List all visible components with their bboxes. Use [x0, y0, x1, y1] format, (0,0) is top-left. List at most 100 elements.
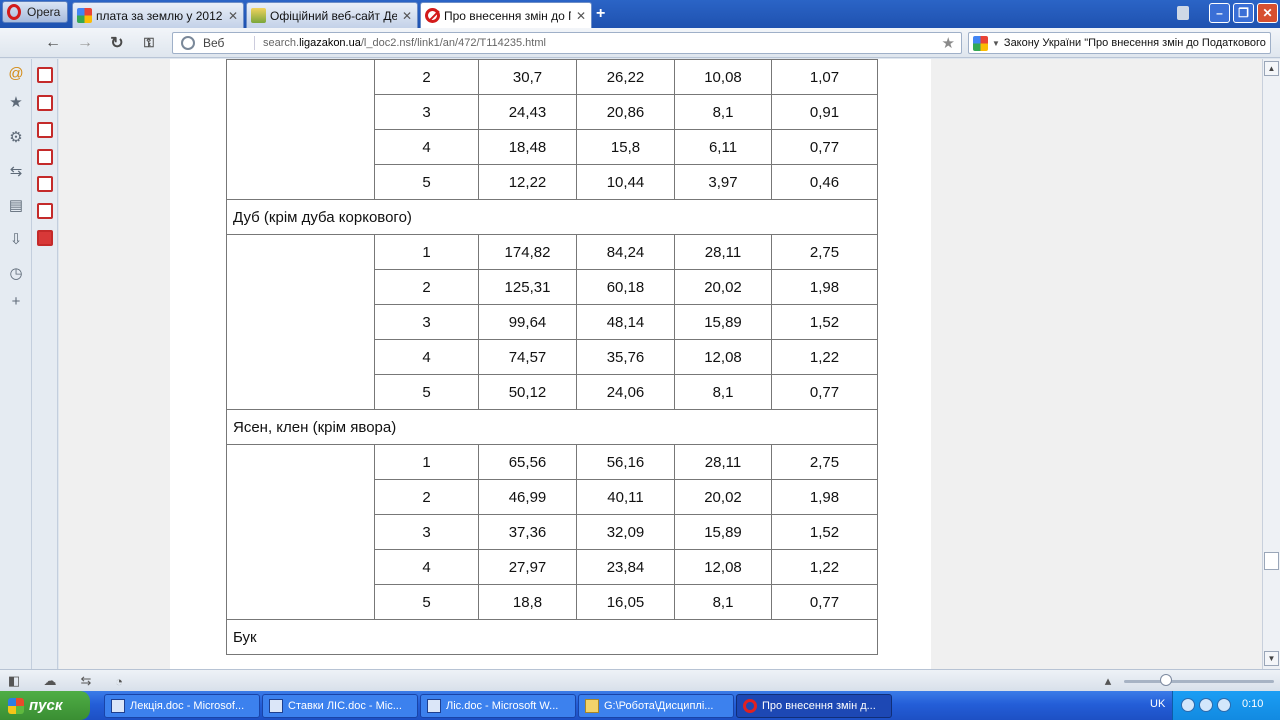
minimize-button[interactable]: – — [1209, 3, 1230, 23]
share-icon[interactable]: ⇆ — [8, 163, 24, 180]
scroll-up-icon[interactable]: ▲ — [1264, 61, 1279, 76]
forward-arrow-icon[interactable]: → — [76, 34, 94, 52]
tab-land-fee[interactable]: плата за землю у 2012 ... ✕ — [72, 2, 244, 28]
tray-network-icon[interactable] — [1199, 698, 1213, 712]
ban-favicon-icon — [425, 8, 440, 23]
reload-icon[interactable]: ↻ — [108, 34, 126, 52]
downloads-icon[interactable]: ⇩ — [8, 231, 24, 248]
scroll-thumb[interactable] — [1264, 552, 1279, 570]
tab-law-amendments[interactable]: Про внесення змін до П... ✕ — [420, 2, 592, 28]
task-rates-doc[interactable]: Ставки ЛІС.doc - Mic... — [262, 694, 418, 718]
task-forest-doc[interactable]: Ліс.doc - Microsoft W... — [420, 694, 576, 718]
google-search-icon — [973, 35, 988, 51]
zoom-slider-knob[interactable] — [1160, 674, 1172, 686]
quality-class-cell: 2 — [374, 479, 479, 515]
rate-cell: 8,1 — [674, 374, 772, 410]
close-tab-icon[interactable]: ✕ — [575, 9, 587, 23]
cloud-icon[interactable]: ☁ — [42, 673, 58, 689]
fit-page-icon[interactable] — [37, 67, 53, 83]
rate-cell: 84,24 — [576, 234, 675, 270]
rate-cell: 23,84 — [576, 549, 675, 585]
url-domain: ligazakon.ua — [299, 37, 361, 49]
rate-cell: 2,75 — [771, 444, 878, 480]
history-clock-icon[interactable]: ◷ — [8, 265, 24, 282]
view-options-icon[interactable]: ▴ — [1100, 673, 1116, 689]
panel-toggle-icon[interactable]: ◧ — [6, 673, 22, 689]
new-tab-button[interactable]: + — [596, 5, 605, 23]
rate-cell: 0,46 — [771, 164, 878, 200]
rate-cell: 12,08 — [674, 339, 772, 375]
rate-cell: 0,91 — [771, 94, 878, 130]
opera-icon — [743, 699, 757, 713]
species-name: Дуб (крім дуба коркового) — [226, 199, 878, 235]
word-doc-icon — [427, 699, 441, 713]
url-prefix: search. — [263, 37, 300, 49]
speed-dial-icon[interactable]: ◔ — [111, 673, 127, 689]
link-icon[interactable] — [37, 230, 53, 246]
trash-icon[interactable] — [1177, 6, 1189, 20]
windows-logo-icon — [8, 697, 24, 714]
restore-button[interactable]: ❐ — [1233, 3, 1254, 23]
rate-cell: 18,48 — [478, 129, 577, 165]
zoom-slider[interactable] — [1124, 680, 1274, 683]
tray-back-icon[interactable] — [1181, 698, 1195, 712]
print-icon[interactable] — [37, 203, 53, 219]
unite-share-icon[interactable]: ⇆ — [78, 673, 94, 689]
rate-cell: 65,56 — [478, 444, 577, 480]
back-arrow-icon[interactable]: ← — [44, 34, 62, 52]
status-bar: ◧ ☁ ⇆ ◔ ▴ — [0, 669, 1280, 691]
species-row: Бук — [226, 619, 878, 655]
tab-official-site[interactable]: Офіційний веб-сайт Де... ✕ — [246, 2, 418, 28]
settings-gear-icon[interactable]: ⚙ — [8, 129, 24, 146]
rate-cell: 3,97 — [674, 164, 772, 200]
page-viewport: 2 30,7 26,22 10,08 1,07 3 24,43 20,86 8,1 0,91 4 18… — [59, 59, 1262, 669]
rate-cell: 20,02 — [674, 479, 772, 515]
close-tab-icon[interactable]: ✕ — [227, 9, 239, 23]
tree-icon[interactable] — [37, 149, 53, 165]
close-tab-icon[interactable]: ✕ — [401, 9, 413, 23]
rate-cell: 99,64 — [478, 304, 577, 340]
mail-icon[interactable]: @ — [8, 65, 24, 82]
rate-cell: 20,02 — [674, 269, 772, 305]
chevron-down-icon[interactable]: ▼ — [992, 39, 1000, 48]
tray-volume-icon[interactable] — [1217, 698, 1231, 712]
task-lecture-doc[interactable]: Лекція.doc - Microsof... — [104, 694, 260, 718]
bookmark-add-icon[interactable] — [37, 95, 53, 111]
bookmark-star-icon[interactable]: ★ — [942, 34, 955, 52]
rate-cell: 56,16 — [576, 444, 675, 480]
rate-cell: 12,08 — [674, 549, 772, 585]
rate-cell: 125,31 — [478, 269, 577, 305]
rate-cell: 6,11 — [674, 129, 772, 165]
task-folder[interactable]: G:\Робота\Дисциплі... — [578, 694, 734, 718]
url-field[interactable]: Веб search.ligazakon.ua/l_doc2.nsf/link1… — [172, 32, 962, 54]
species-name: Ясен, клен (крім явора) — [226, 409, 878, 445]
crest-favicon-icon — [251, 8, 266, 23]
tab-label: плата за землю у 2012 ... — [96, 8, 223, 23]
search-input[interactable]: ▼ Закону України "Про внесення змін до П… — [968, 32, 1271, 54]
scroll-down-icon[interactable]: ▼ — [1264, 651, 1279, 666]
add-panel-icon[interactable]: + — [8, 293, 24, 310]
close-window-button[interactable]: ✕ — [1257, 3, 1278, 23]
system-tray — [1172, 691, 1280, 720]
key-icon[interactable]: ⚿ — [140, 34, 158, 52]
rate-cell: 8,1 — [674, 94, 772, 130]
notes-icon[interactable]: ▤ — [8, 197, 24, 214]
task-opera[interactable]: Про внесення змін д... — [736, 694, 892, 718]
rate-cell: 2,75 — [771, 234, 878, 270]
info-icon[interactable] — [37, 176, 53, 192]
task-label: Ліс.doc - Microsoft W... — [446, 700, 559, 712]
rate-cell: 18,8 — [478, 584, 577, 620]
rate-cell: 32,09 — [576, 514, 675, 550]
tab-label: Про внесення змін до П... — [444, 8, 571, 23]
opera-menu-button[interactable]: Opera — [2, 1, 68, 23]
word-doc-icon — [269, 699, 283, 713]
vertical-scrollbar[interactable]: ▲ ▼ — [1262, 59, 1280, 669]
bookmarks-star-icon[interactable]: ★ — [8, 94, 24, 111]
start-button[interactable]: пуск — [0, 691, 90, 720]
language-indicator[interactable]: UK — [1150, 698, 1165, 710]
rate-cell: 10,44 — [576, 164, 675, 200]
url-text[interactable]: search.ligazakon.ua/l_doc2.nsf/link1/an/… — [263, 37, 942, 49]
species-name: Бук — [226, 619, 878, 655]
rate-cell: 20,86 — [576, 94, 675, 130]
hierarchy-icon[interactable] — [37, 122, 53, 138]
